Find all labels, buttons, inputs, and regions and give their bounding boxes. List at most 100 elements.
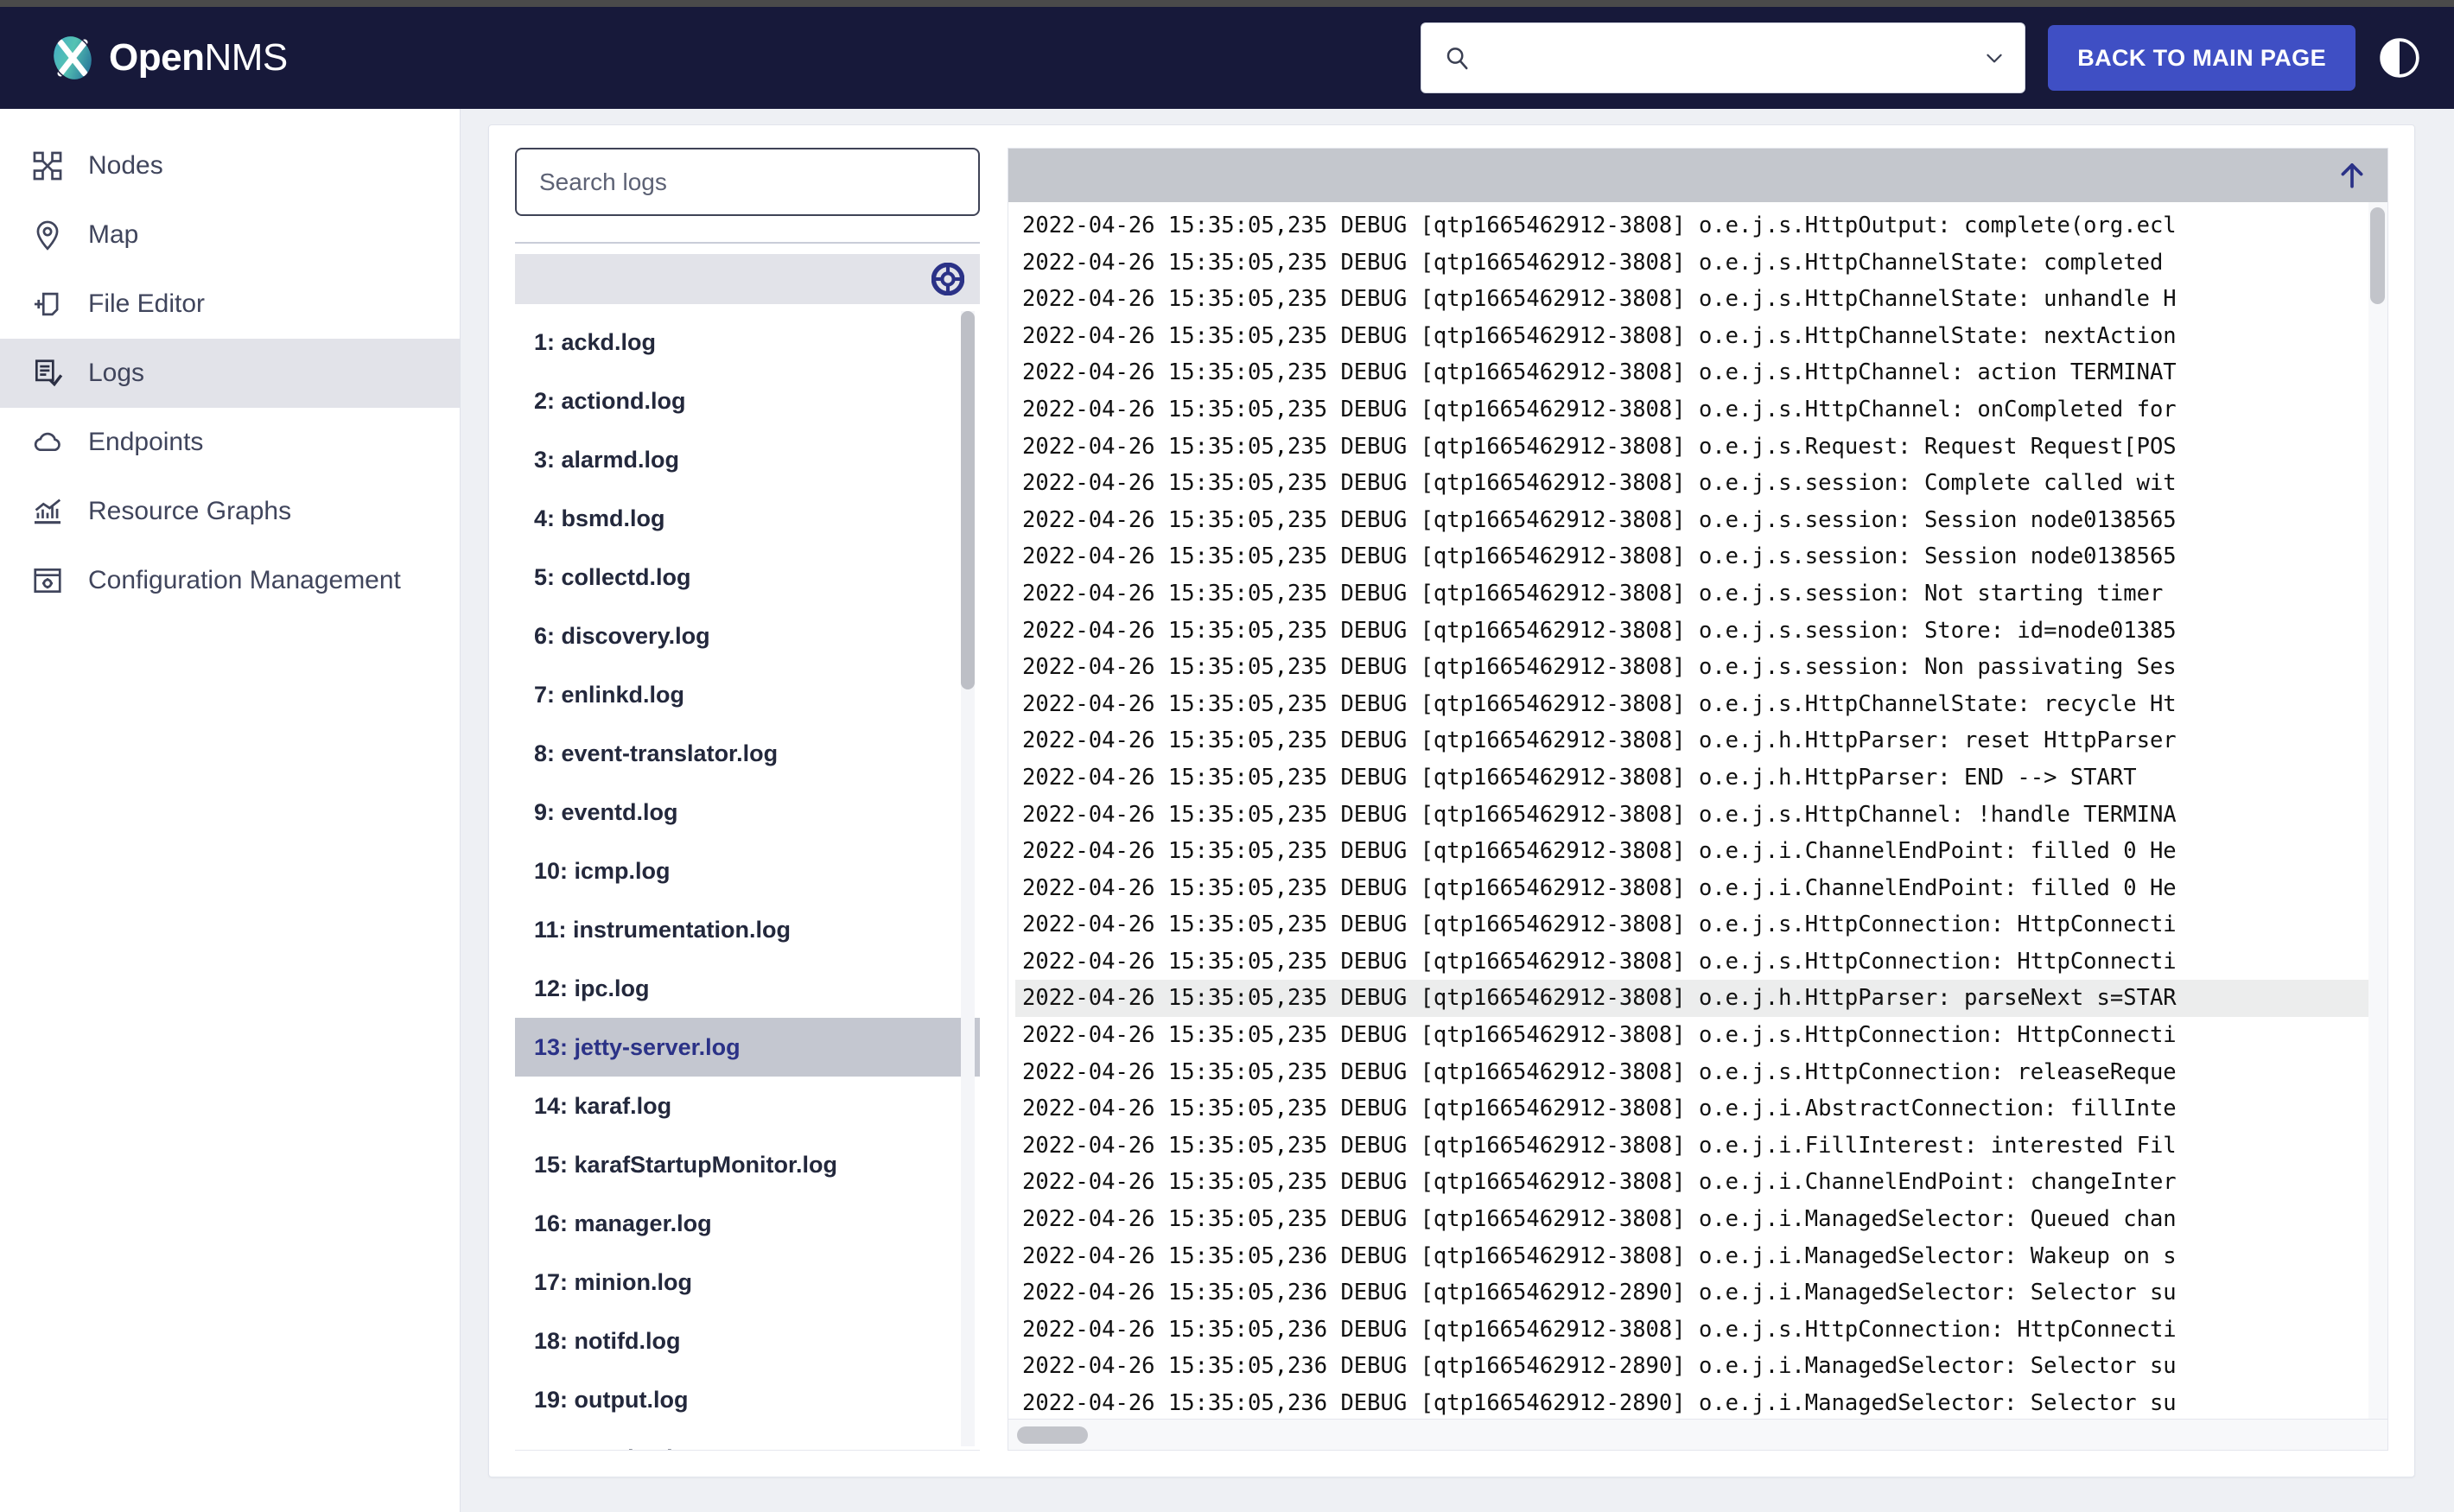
- log-line[interactable]: 2022-04-26 15:35:05,235 DEBUG [qtp166546…: [1015, 613, 2387, 650]
- log-line[interactable]: 2022-04-26 15:35:05,235 DEBUG [qtp166546…: [1015, 943, 2387, 981]
- global-search-input[interactable]: [1470, 45, 1983, 72]
- log-file-list-item[interactable]: 16: manager.log: [515, 1194, 980, 1253]
- sidebar-item-configuration-management[interactable]: Configuration Management: [0, 546, 460, 615]
- arrow-up-icon[interactable]: [2337, 161, 2367, 190]
- log-search-input[interactable]: [539, 168, 956, 196]
- log-file-list-item[interactable]: 11: instrumentation.log: [515, 900, 980, 959]
- target-ring-icon[interactable]: [931, 263, 964, 295]
- log-line[interactable]: 2022-04-26 15:35:05,235 DEBUG [qtp166546…: [1015, 649, 2387, 686]
- log-line[interactable]: 2022-04-26 15:35:05,235 DEBUG [qtp166546…: [1015, 575, 2387, 613]
- cloud-icon: [31, 426, 64, 459]
- log-line[interactable]: 2022-04-26 15:35:05,236 DEBUG [qtp166546…: [1015, 1385, 2387, 1419]
- sidebar-item-label: Endpoints: [88, 428, 203, 457]
- log-file-list-item[interactable]: 10: icmp.log: [515, 842, 980, 900]
- log-file-list-item[interactable]: 8: event-translator.log: [515, 724, 980, 783]
- log-line[interactable]: 2022-04-26 15:35:05,235 DEBUG [qtp166546…: [1015, 502, 2387, 539]
- log-file-list-item[interactable]: 2: actiond.log: [515, 372, 980, 430]
- window-top-strip: [0, 0, 2454, 7]
- nodes-icon: [31, 149, 64, 182]
- log-list-scrollbar-thumb[interactable]: [961, 311, 975, 689]
- logs-icon: [31, 357, 64, 390]
- opennms-logo-icon: [50, 34, 95, 82]
- log-line[interactable]: 2022-04-26 15:35:05,235 DEBUG [qtp166546…: [1015, 833, 2387, 870]
- log-file-list[interactable]: 1: ackd.log2: actiond.log3: alarmd.log4:…: [515, 304, 980, 1451]
- sidebar-item-resource-graphs[interactable]: Resource Graphs: [0, 477, 460, 546]
- log-line[interactable]: 2022-04-26 15:35:05,236 DEBUG [qtp166546…: [1015, 1312, 2387, 1349]
- file-editor-icon: [31, 288, 64, 321]
- brand-text: OpenNMS: [109, 36, 288, 79]
- log-content-scrollbar-thumb[interactable]: [2370, 207, 2385, 304]
- sidebar-item-endpoints[interactable]: Endpoints: [0, 408, 460, 477]
- sidebar-item-nodes[interactable]: Nodes: [0, 131, 460, 200]
- logs-card: 1: ackd.log2: actiond.log3: alarmd.log4:…: [488, 124, 2415, 1477]
- log-file-list-item[interactable]: 15: karafStartupMonitor.log: [515, 1135, 980, 1194]
- log-file-list-item[interactable]: 6: discovery.log: [515, 607, 980, 665]
- brand[interactable]: OpenNMS: [50, 34, 288, 82]
- log-line[interactable]: 2022-04-26 15:35:05,235 DEBUG [qtp166546…: [1015, 759, 2387, 797]
- log-file-list-item[interactable]: 3: alarmd.log: [515, 430, 980, 489]
- log-line[interactable]: 2022-04-26 15:35:05,235 DEBUG [qtp166546…: [1015, 1164, 2387, 1201]
- log-line[interactable]: 2022-04-26 15:35:05,235 DEBUG [qtp166546…: [1015, 686, 2387, 723]
- sidebar: Nodes Map File Editor Logs: [0, 109, 461, 1512]
- log-file-list-inner: 1: ackd.log2: actiond.log3: alarmd.log4:…: [515, 304, 980, 1451]
- map-pin-icon: [31, 219, 64, 251]
- brand-bold: Open: [109, 36, 204, 79]
- log-content-scrollbar-track[interactable]: [2368, 202, 2387, 1419]
- chevron-down-icon[interactable]: [1983, 47, 2006, 69]
- log-file-list-item[interactable]: 4: bsmd.log: [515, 489, 980, 548]
- log-line[interactable]: 2022-04-26 15:35:05,235 DEBUG [qtp166546…: [1015, 1090, 2387, 1128]
- brand-light: NMS: [204, 36, 287, 79]
- log-line[interactable]: 2022-04-26 15:35:05,235 DEBUG [qtp166546…: [1015, 1054, 2387, 1091]
- sidebar-item-file-editor[interactable]: File Editor: [0, 270, 460, 339]
- log-file-list-item[interactable]: 20: passive.log: [515, 1429, 980, 1451]
- sidebar-item-map[interactable]: Map: [0, 200, 460, 270]
- log-file-list-item[interactable]: 5: collectd.log: [515, 548, 980, 607]
- log-lines: 2022-04-26 15:35:05,235 DEBUG [qtp166546…: [1008, 202, 2387, 1419]
- log-line[interactable]: 2022-04-26 15:35:05,235 DEBUG [qtp166546…: [1015, 906, 2387, 943]
- global-search[interactable]: [1421, 22, 2025, 93]
- log-line[interactable]: 2022-04-26 15:35:05,235 DEBUG [qtp166546…: [1015, 1201, 2387, 1238]
- content-area: 1: ackd.log2: actiond.log3: alarmd.log4:…: [461, 109, 2454, 1512]
- log-line[interactable]: 2022-04-26 15:35:05,235 DEBUG [qtp166546…: [1015, 1128, 2387, 1165]
- log-lines-viewport[interactable]: 2022-04-26 15:35:05,235 DEBUG [qtp166546…: [1008, 202, 2387, 1419]
- log-content-header: [1008, 149, 2387, 202]
- sidebar-item-logs[interactable]: Logs: [0, 339, 460, 408]
- log-line[interactable]: 2022-04-26 15:35:05,235 DEBUG [qtp166546…: [1015, 391, 2387, 429]
- log-content-panel: 2022-04-26 15:35:05,235 DEBUG [qtp166546…: [1008, 148, 2388, 1451]
- log-line[interactable]: 2022-04-26 15:35:05,235 DEBUG [qtp166546…: [1015, 538, 2387, 575]
- back-to-main-page-button[interactable]: BACK TO MAIN PAGE: [2048, 25, 2355, 91]
- log-list-header: [515, 254, 980, 304]
- log-line[interactable]: 2022-04-26 15:35:05,235 DEBUG [qtp166546…: [1015, 722, 2387, 759]
- log-line[interactable]: 2022-04-26 15:35:05,235 DEBUG [qtp166546…: [1015, 281, 2387, 318]
- log-file-list-item[interactable]: 7: enlinkd.log: [515, 665, 980, 724]
- log-search-box[interactable]: [515, 148, 980, 216]
- log-file-list-item[interactable]: 1: ackd.log: [515, 313, 980, 372]
- log-line[interactable]: 2022-04-26 15:35:05,235 DEBUG [qtp166546…: [1015, 207, 2387, 245]
- log-file-list-item[interactable]: 13: jetty-server.log: [515, 1018, 980, 1077]
- log-line[interactable]: 2022-04-26 15:35:05,235 DEBUG [qtp166546…: [1015, 870, 2387, 907]
- log-file-list-item[interactable]: 18: notifd.log: [515, 1312, 980, 1370]
- log-line[interactable]: 2022-04-26 15:35:05,235 DEBUG [qtp166546…: [1015, 318, 2387, 355]
- log-line[interactable]: 2022-04-26 15:35:05,236 DEBUG [qtp166546…: [1015, 1348, 2387, 1385]
- log-line[interactable]: 2022-04-26 15:35:05,235 DEBUG [qtp166546…: [1015, 354, 2387, 391]
- search-icon: [1444, 45, 1470, 71]
- log-file-list-item[interactable]: 9: eventd.log: [515, 783, 980, 842]
- log-file-list-item[interactable]: 14: karaf.log: [515, 1077, 980, 1135]
- log-line[interactable]: 2022-04-26 15:35:05,236 DEBUG [qtp166546…: [1015, 1238, 2387, 1275]
- log-line[interactable]: 2022-04-26 15:35:05,235 DEBUG [qtp166546…: [1015, 797, 2387, 834]
- log-file-list-item[interactable]: 19: output.log: [515, 1370, 980, 1429]
- log-line[interactable]: 2022-04-26 15:35:05,235 DEBUG [qtp166546…: [1015, 245, 2387, 282]
- app-header: OpenNMS BACK TO MAIN PAGE: [0, 7, 2454, 109]
- log-line[interactable]: 2022-04-26 15:35:05,236 DEBUG [qtp166546…: [1015, 1274, 2387, 1312]
- log-content-hscrollbar-track[interactable]: [1008, 1419, 2387, 1450]
- log-line[interactable]: 2022-04-26 15:35:05,235 DEBUG [qtp166546…: [1015, 980, 2387, 1017]
- log-content-hscrollbar-thumb[interactable]: [1017, 1426, 1088, 1444]
- log-file-list-item[interactable]: 12: ipc.log: [515, 959, 980, 1018]
- log-line[interactable]: 2022-04-26 15:35:05,235 DEBUG [qtp166546…: [1015, 1017, 2387, 1054]
- log-file-list-item[interactable]: 17: minion.log: [515, 1253, 980, 1312]
- sidebar-item-label: Logs: [88, 359, 144, 388]
- log-line[interactable]: 2022-04-26 15:35:05,235 DEBUG [qtp166546…: [1015, 429, 2387, 466]
- sidebar-item-label: Resource Graphs: [88, 497, 291, 526]
- half-moon-icon[interactable]: [2378, 36, 2421, 79]
- log-line[interactable]: 2022-04-26 15:35:05,235 DEBUG [qtp166546…: [1015, 465, 2387, 502]
